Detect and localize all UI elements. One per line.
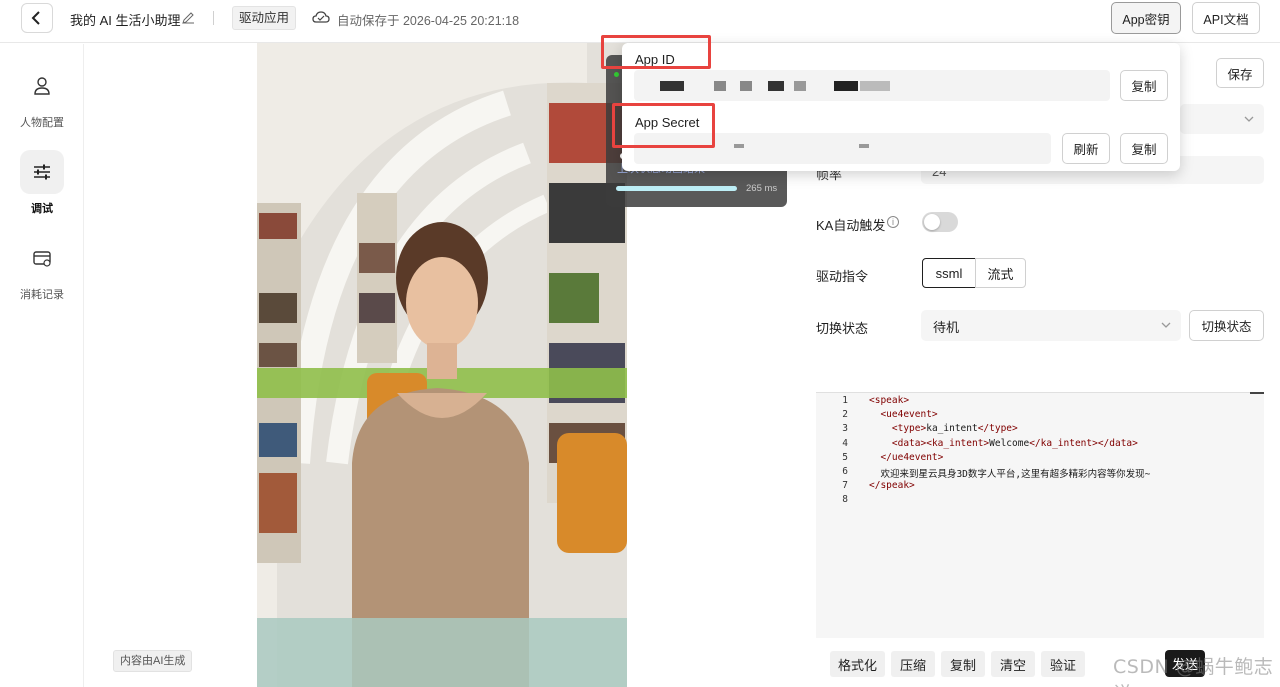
sidebar-item-label: 调试	[31, 203, 53, 215]
status-dot	[614, 72, 619, 77]
redacted-text	[834, 81, 858, 91]
app-type-tag: 驱动应用	[232, 6, 297, 30]
editor-scroll-indicator	[1250, 392, 1264, 394]
edit-icon[interactable]	[181, 11, 195, 25]
switch-state-label: 切换状态	[816, 321, 869, 336]
drive-mode-ssml[interactable]: ssml	[922, 258, 976, 288]
redacted-text	[859, 144, 869, 148]
receipt-icon	[33, 251, 51, 267]
code-line: </ue4event>	[880, 451, 944, 463]
avatar-scene-image	[257, 43, 627, 687]
format-button[interactable]: 格式化	[830, 651, 885, 677]
code-line: <speak>	[869, 395, 910, 406]
user-icon	[34, 77, 50, 95]
api-doc-button[interactable]: API文档	[1192, 2, 1260, 34]
chevron-left-icon	[31, 11, 40, 25]
refresh-secret-button[interactable]: 刷新	[1062, 133, 1110, 164]
chevron-down-icon	[1244, 116, 1254, 122]
sidebar-item-label: 人物配置	[20, 117, 64, 129]
cloud-icon	[312, 11, 330, 23]
code-line: 欢迎来到星云具身3D数字人平台,这里有超多精彩内容等你发现~	[869, 469, 1151, 480]
code-line: <type>ka_intent</type>	[891, 423, 1018, 435]
copy-button[interactable]: 复制	[941, 651, 985, 677]
sidebar-item-character[interactable]: 人物配置	[0, 64, 84, 130]
ka-trigger-toggle[interactable]	[922, 212, 958, 232]
sidebar-icon-wrap	[20, 150, 64, 194]
ka-trigger-label: KA自动触发	[816, 218, 886, 233]
code-line: <ue4event>	[880, 409, 938, 421]
save-button[interactable]: 保存	[1216, 58, 1264, 88]
copy-app-id-button[interactable]: 复制	[1120, 70, 1168, 101]
sidebar-icon-wrap	[20, 236, 64, 280]
sidebar-item-usage[interactable]: 消耗记录	[0, 236, 84, 302]
info-icon[interactable]: i	[887, 216, 899, 228]
line-number: 4	[842, 437, 848, 449]
divider	[213, 11, 214, 25]
sidebar-item-label: 消耗记录	[20, 289, 64, 301]
highlight-app-id	[601, 35, 711, 69]
redacted-text	[660, 81, 684, 91]
line-number: 2	[842, 409, 848, 421]
drive-mode-stream[interactable]: 流式	[975, 258, 1026, 288]
autosave-status: 自动保存于 2026-04-25 20:21:18	[337, 14, 520, 28]
validate-button[interactable]: 验证	[1041, 651, 1085, 677]
watermark: CSDN @蜗牛鲍志说	[1113, 656, 1274, 687]
line-number: 3	[842, 423, 848, 435]
select-field[interactable]	[1180, 104, 1264, 134]
chevron-down-icon	[1161, 322, 1171, 328]
redacted-text	[714, 81, 726, 91]
redacted-text	[860, 81, 890, 91]
sidebar-icon-wrap	[20, 64, 64, 108]
switch-state-button[interactable]: 切换状态	[1189, 310, 1264, 341]
clear-button[interactable]: 清空	[991, 651, 1035, 677]
ai-generated-note: 内容由AI生成	[113, 650, 193, 672]
sliders-icon	[34, 164, 50, 180]
sidebar: 人物配置 调试 消耗记录	[0, 44, 84, 687]
compress-button[interactable]: 压缩	[891, 651, 935, 677]
app-key-button[interactable]: App密钥	[1111, 2, 1181, 34]
avatar-preview	[257, 43, 627, 687]
copy-secret-button[interactable]: 复制	[1120, 133, 1168, 164]
code-line: <data><ka_intent>Welcome</ka_intent></da…	[891, 437, 1138, 449]
back-button[interactable]	[21, 3, 53, 33]
redacted-text	[734, 144, 744, 148]
line-number: 1	[842, 395, 848, 406]
line-number: 5	[842, 451, 848, 463]
toggle-knob	[924, 214, 940, 230]
code-line: </speak>	[869, 480, 915, 492]
state-select-value: 待机	[933, 320, 960, 335]
line-number: 8	[842, 494, 848, 506]
app-id-field[interactable]	[634, 70, 1110, 101]
state-select[interactable]: 待机	[921, 310, 1181, 341]
line-number: 7	[842, 480, 848, 492]
sidebar-item-debug[interactable]: 调试	[0, 150, 84, 216]
latency-bar	[616, 186, 737, 191]
highlight-app-secret	[612, 103, 715, 148]
redacted-text	[794, 81, 806, 91]
latency-value: 265 ms	[746, 183, 778, 194]
redacted-text	[768, 81, 784, 91]
line-number: 6	[842, 466, 848, 477]
redacted-text	[740, 81, 752, 91]
drive-mode-label: 驱动指令	[816, 269, 869, 284]
app-title: 我的 AI 生活小助理	[70, 13, 181, 28]
